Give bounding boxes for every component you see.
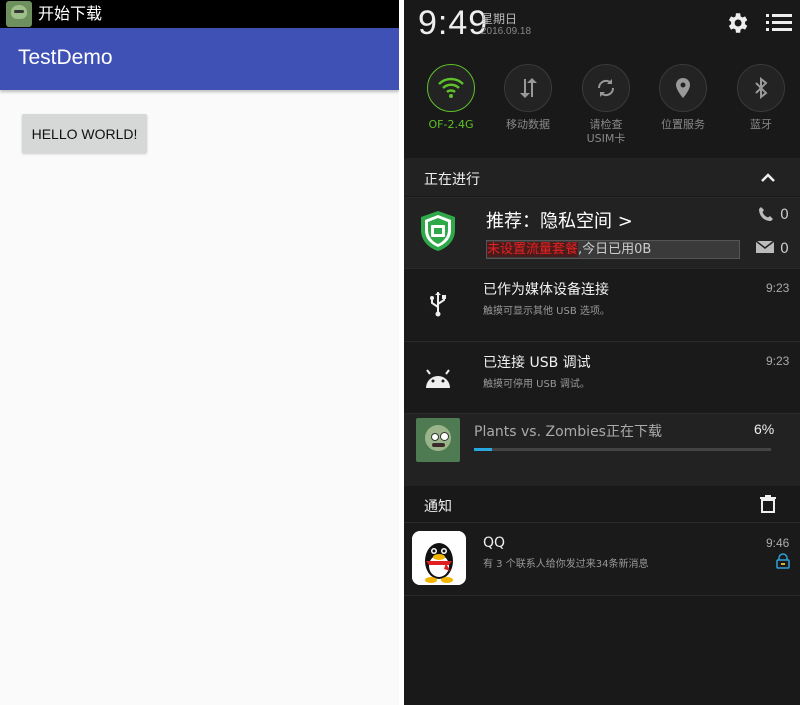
- adb-notification[interactable]: 已连接 USB 调试 触摸可停用 USB 调试。 9:23: [404, 341, 800, 414]
- list-menu-icon[interactable]: [766, 12, 792, 34]
- notifications-header-label: 通知: [424, 499, 452, 515]
- data-usage-bar: 未设置流量套餐,今日已用0B: [486, 240, 740, 259]
- weekday: 星期日: [481, 12, 518, 26]
- phone-icon: [759, 207, 773, 221]
- hello-world-button[interactable]: HELLO WORLD!: [22, 114, 147, 153]
- ongoing-header: 正在进行: [404, 158, 800, 196]
- adb-time: 9:23: [766, 354, 790, 368]
- usb-title: 已作为媒体设备连接: [483, 282, 609, 298]
- download-progress-track: [474, 448, 771, 451]
- gear-icon[interactable]: [724, 10, 750, 36]
- data-usage-text: ,今日已用0B: [578, 242, 652, 257]
- qs-usim[interactable]: 请检查USIM卡: [576, 64, 636, 146]
- pvz-app-icon: [416, 418, 460, 462]
- date: 2016.09.18: [481, 26, 532, 37]
- location-icon: [676, 78, 690, 98]
- qq-subtitle: 有 3 个联系人给你发过来34条新消息: [483, 559, 649, 570]
- usb-icon: [430, 292, 446, 317]
- chevron-up-icon[interactable]: [760, 171, 776, 183]
- notifications-header: 通知: [404, 486, 800, 522]
- qq-penguin-icon: [412, 531, 466, 585]
- mobile-data-icon: [520, 78, 537, 98]
- mail-icon: [756, 241, 774, 253]
- shield-icon: [421, 211, 455, 251]
- qs-location[interactable]: 位置服务: [653, 64, 713, 132]
- app-bar: TestDemo: [0, 28, 399, 90]
- qq-notification[interactable]: QQ 有 3 个联系人给你发过来34条新消息 9:46: [404, 522, 800, 596]
- download-title: Plants vs. Zombies正在下载: [474, 424, 662, 440]
- security-title: 推荐：隐私空间 >: [486, 211, 633, 232]
- qs-bluetooth[interactable]: 蓝牙: [731, 64, 791, 132]
- qs-label: 请检查USIM卡: [586, 118, 626, 145]
- download-notification[interactable]: Plants vs. Zombies正在下载 6%: [404, 413, 800, 486]
- qs-mobile-data[interactable]: 移动数据: [498, 64, 558, 132]
- download-percent: 6%: [754, 421, 775, 437]
- qs-label: 移动数据: [506, 118, 550, 131]
- usb-notification[interactable]: 已作为媒体设备连接 触摸可显示其他 USB 选项。 9:23: [404, 268, 800, 341]
- missed-call-count: 0: [780, 207, 789, 223]
- adb-title: 已连接 USB 调试: [483, 355, 591, 371]
- qq-title: QQ: [483, 535, 506, 551]
- unread-message-count: 0: [780, 241, 789, 257]
- usb-subtitle: 触摸可显示其他 USB 选项。: [483, 306, 610, 317]
- clock: 9:49: [418, 4, 489, 42]
- app-screen: 开始下载 TestDemo HELLO WORLD!: [0, 0, 399, 705]
- wifi-icon: [438, 77, 464, 98]
- download-progress-fill: [474, 448, 492, 451]
- qs-label: OF-2.4G: [428, 118, 474, 131]
- status-bar: 开始下载: [0, 0, 399, 28]
- qs-wifi[interactable]: OF-2.4G: [421, 64, 481, 132]
- app-title: TestDemo: [18, 46, 113, 69]
- sync-icon: [597, 79, 615, 97]
- adb-subtitle: 触摸可停用 USB 调试。: [483, 379, 590, 390]
- ongoing-header-label: 正在进行: [424, 172, 480, 188]
- bluetooth-icon: [755, 77, 768, 99]
- usb-time: 9:23: [766, 281, 790, 295]
- android-icon: [426, 369, 450, 388]
- notification-shade: 9:49 星期日 2016.09.18 OF-2.4G 移动数据 请检查USIM…: [404, 0, 800, 705]
- lock-icon: [776, 553, 790, 569]
- trash-icon[interactable]: [760, 495, 776, 513]
- security-notification[interactable]: 推荐：隐私空间 > 未设置流量套餐,今日已用0B 0 0: [404, 197, 800, 268]
- zombie-app-icon: [6, 1, 32, 27]
- status-title: 开始下载: [38, 4, 103, 23]
- qq-time: 9:46: [766, 536, 790, 550]
- qs-label: 蓝牙: [750, 118, 772, 131]
- data-plan-warning: 未设置流量套餐: [487, 242, 579, 257]
- qs-label: 位置服务: [661, 118, 705, 131]
